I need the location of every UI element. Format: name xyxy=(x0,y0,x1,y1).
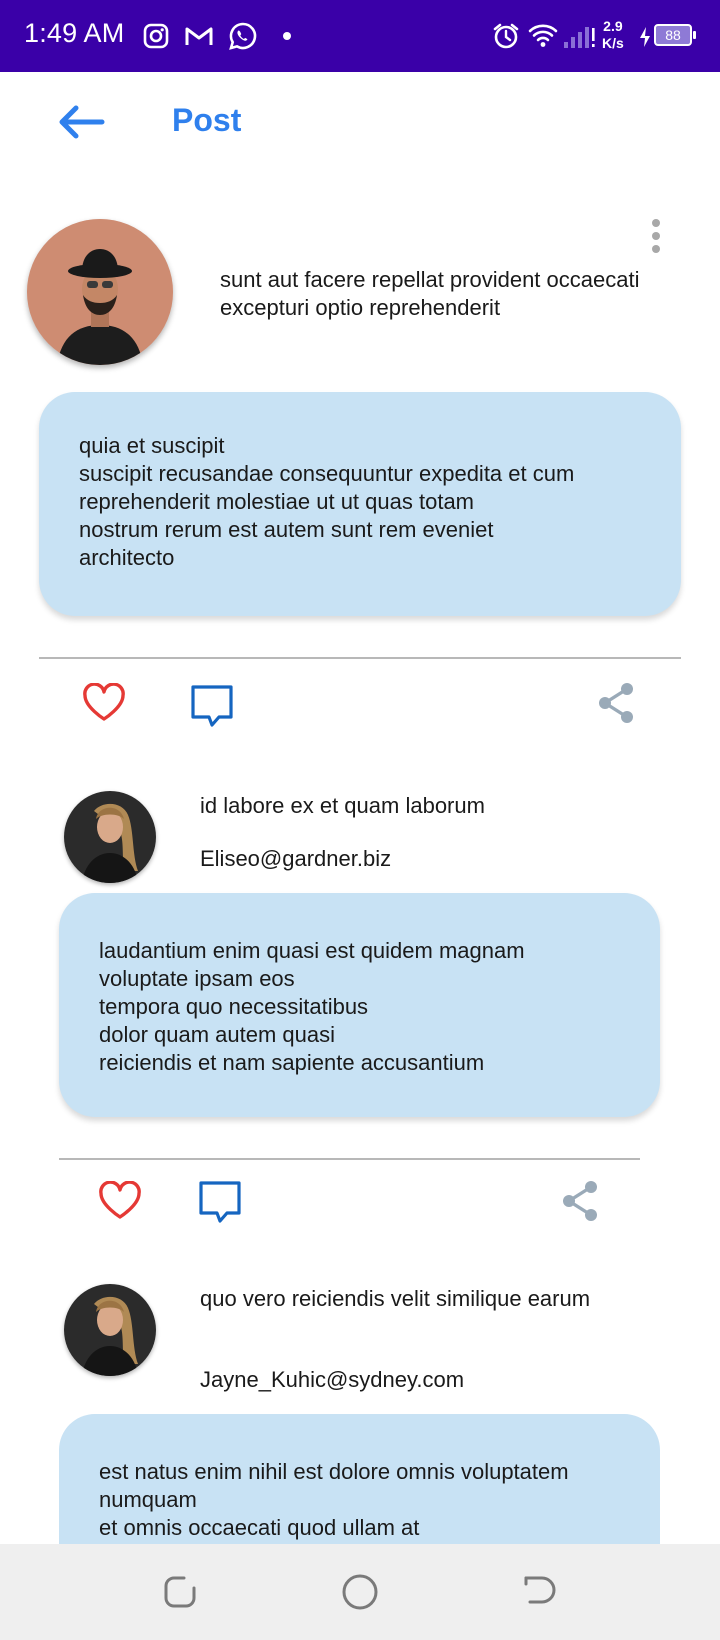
comment-avatar[interactable] xyxy=(64,791,156,883)
comment-name: id labore ex et quam laborum xyxy=(200,793,485,818)
home-icon[interactable] xyxy=(340,1572,380,1612)
signal-icon xyxy=(564,27,595,48)
share-icon[interactable] xyxy=(560,1180,600,1222)
comment-avatar[interactable] xyxy=(64,1284,156,1376)
comment-icon[interactable] xyxy=(197,1180,243,1224)
app-bar: Post xyxy=(0,72,720,172)
status-bar: 1:49 AM 2.9 K/s 88 xyxy=(0,0,720,72)
wifi-icon xyxy=(528,24,558,47)
page-title: Post xyxy=(172,102,242,138)
recents-icon[interactable] xyxy=(162,1574,198,1610)
divider xyxy=(59,1158,640,1160)
network-speed: 2.9 K/s xyxy=(602,18,624,52)
comment-body: laudantium enim quasi est quidem magnam … xyxy=(59,893,660,1117)
comment-email: Jayne_Kuhic@sydney.com xyxy=(200,1367,465,1392)
share-icon[interactable] xyxy=(596,682,636,724)
alarm-icon xyxy=(493,23,519,49)
heart-icon[interactable] xyxy=(98,1181,142,1221)
instagram-icon xyxy=(143,23,169,49)
comment-icon[interactable] xyxy=(189,684,235,728)
more-vertical-icon[interactable] xyxy=(645,218,667,254)
network-speed-unit: K/s xyxy=(602,35,624,51)
post-author-avatar[interactable] xyxy=(27,219,173,365)
back-nav-icon[interactable] xyxy=(522,1574,558,1610)
heart-icon[interactable] xyxy=(82,683,126,723)
navigation-bar xyxy=(0,1544,720,1640)
dot-icon xyxy=(283,32,291,40)
divider xyxy=(39,657,681,659)
network-speed-value: 2.9 xyxy=(603,18,623,34)
whatsapp-icon xyxy=(229,22,257,50)
battery-icon: 88 xyxy=(654,24,696,46)
gmail-icon xyxy=(185,27,213,45)
comment-name: quo vero reiciendis velit similique earu… xyxy=(200,1286,591,1311)
status-time: 1:49 AM xyxy=(24,18,125,48)
arrow-left-icon[interactable] xyxy=(52,100,112,144)
comment-email: Eliseo@gardner.biz xyxy=(200,846,392,871)
post-title: sunt aut facere repellat provident occae… xyxy=(220,267,640,320)
post-body: quia et suscipit suscipit recusandae con… xyxy=(39,392,681,616)
charging-icon xyxy=(640,27,650,47)
